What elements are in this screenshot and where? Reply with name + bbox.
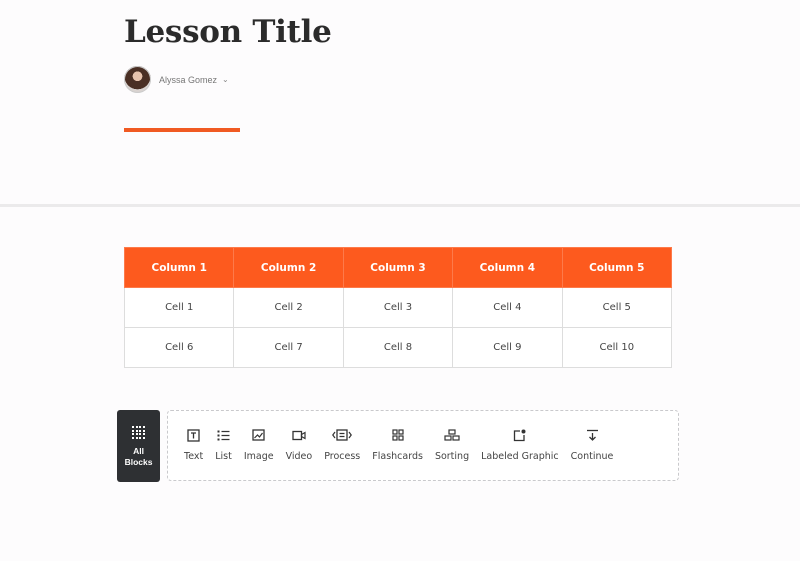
flashcards-block-button[interactable]: Flashcards [366,411,429,480]
labeled-graphic-icon [513,428,526,442]
all-blocks-button[interactable]: All Blocks [117,410,160,482]
lesson-header: Lesson Title Alyssa Gomez ⌄ [0,0,800,204]
table-cell[interactable]: Cell 8 [342,327,454,368]
list-block-button[interactable]: List [209,411,238,480]
table-cell[interactable]: Cell 6 [123,327,235,368]
table-cell[interactable]: Cell 5 [561,287,673,328]
chevron-down-icon: ⌄ [222,75,229,84]
video-block-button[interactable]: Video [280,411,319,480]
avatar [124,66,151,93]
sorting-block-button[interactable]: Sorting [429,411,475,480]
table-row: Cell 6 Cell 7 Cell 8 Cell 9 Cell 10 [123,327,673,368]
page-title[interactable]: Lesson Title [124,14,332,50]
video-icon [292,428,306,442]
table-cell[interactable]: Cell 4 [452,287,563,328]
table-cell[interactable]: Cell 3 [342,287,454,328]
column-header[interactable]: Column 3 [342,247,454,288]
header-divider [0,204,800,207]
column-header[interactable]: Column 1 [123,247,235,288]
list-icon [217,428,230,442]
process-block-button[interactable]: Process [318,411,366,480]
image-icon [252,428,265,442]
data-table: Column 1 Column 2 Column 3 Column 4 Colu… [123,247,673,368]
grid-dots-icon [132,426,145,439]
author-name: Alyssa Gomez [159,74,218,85]
labeled-graphic-block-button[interactable]: Labeled Graphic [475,411,565,480]
column-header[interactable]: Column 5 [561,247,673,288]
title-accent-bar [124,128,240,132]
continue-block-button[interactable]: Continue [565,411,620,480]
sorting-icon [444,428,460,442]
table-row: Cell 1 Cell 2 Cell 3 Cell 4 Cell 5 [123,287,673,328]
block-toolbar: Text List Image Video Process Flashcards [167,410,679,481]
table-cell[interactable]: Cell 10 [561,327,673,368]
text-icon [187,428,200,442]
process-icon [332,428,353,442]
text-block-button[interactable]: Text [178,411,209,480]
table-cell[interactable]: Cell 2 [233,287,344,328]
table-cell[interactable]: Cell 7 [233,327,344,368]
column-header[interactable]: Column 4 [452,247,563,288]
flashcards-icon [391,428,404,442]
table-cell[interactable]: Cell 9 [452,327,563,368]
table-header-row: Column 1 Column 2 Column 3 Column 4 Colu… [123,247,673,288]
author-selector[interactable]: Alyssa Gomez ⌄ [124,66,229,93]
continue-icon [586,428,599,442]
table-cell[interactable]: Cell 1 [123,287,235,328]
image-block-button[interactable]: Image [238,411,280,480]
column-header[interactable]: Column 2 [233,247,344,288]
all-blocks-label: All Blocks [124,446,153,467]
